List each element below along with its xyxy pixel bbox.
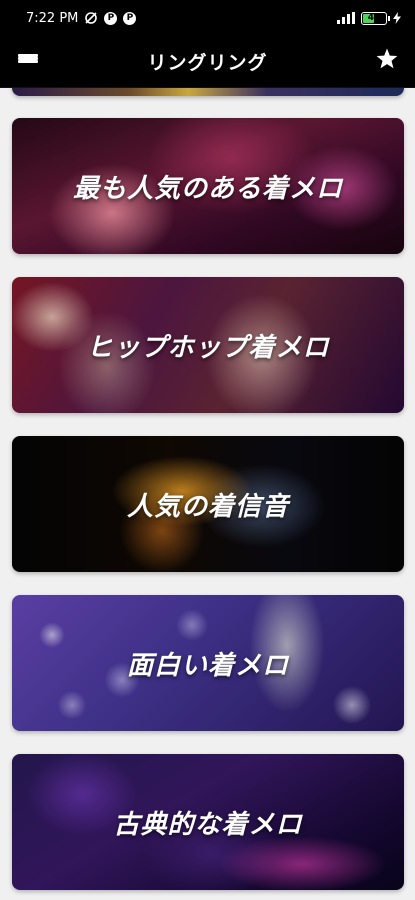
category-list: 最も人気のある着メロ ヒップホップ着メロ 人気の着信音 面白い着メロ 古典的な着…: [0, 88, 415, 900]
category-card-funny[interactable]: 面白い着メロ: [12, 595, 404, 731]
status-bar: 7:22 PM P P 45: [0, 0, 415, 36]
category-label: 最も人気のある着メロ: [72, 173, 343, 204]
category-label: 古典的な着メロ: [113, 809, 303, 840]
signal-bars-icon: [337, 12, 355, 24]
category-card-popular-ringtones[interactable]: 人気の着信音: [12, 436, 404, 572]
notification-p-icon: P: [123, 11, 137, 25]
category-card-classic[interactable]: 古典的な着メロ: [12, 754, 404, 890]
app-bar: リングリング: [0, 36, 415, 88]
app-title: リングリング: [147, 52, 268, 74]
status-right: 45: [337, 11, 401, 25]
sync-off-icon: [84, 11, 98, 25]
status-left: 7:22 PM P P: [26, 10, 137, 26]
favorites-button[interactable]: [359, 36, 415, 88]
notification-p-icon: P: [104, 11, 118, 25]
category-card-most-popular[interactable]: 最も人気のある着メロ: [12, 118, 404, 254]
category-card-hiphop[interactable]: ヒップホップ着メロ: [12, 277, 404, 413]
category-label: 人気の着信音: [126, 491, 289, 522]
category-card-partial[interactable]: [12, 88, 404, 96]
menu-button[interactable]: [0, 36, 56, 88]
battery-level: 45: [367, 13, 381, 23]
category-label: 面白い着メロ: [126, 650, 289, 681]
lightning-icon: [393, 12, 401, 24]
star-icon: [375, 47, 399, 77]
hamburger-icon: [18, 54, 38, 69]
category-label: ヒップホップ着メロ: [86, 332, 330, 363]
status-time: 7:22 PM: [26, 10, 79, 26]
battery-icon: 45: [361, 11, 390, 25]
